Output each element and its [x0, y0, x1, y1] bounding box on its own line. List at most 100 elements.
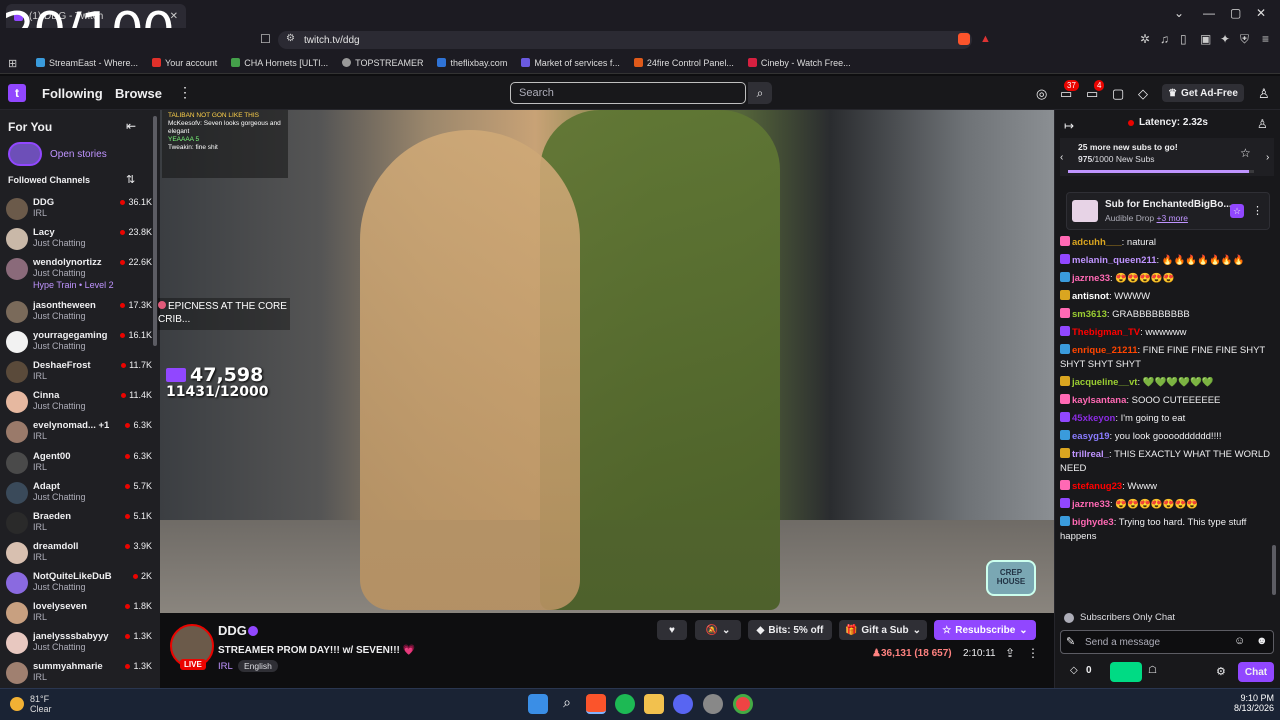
url-field[interactable]: twitch.tv/ddg — [278, 31, 972, 49]
community-icon[interactable]: ♙ — [1257, 117, 1268, 131]
sidebar-channel[interactable]: DDG IRL 36.1K — [6, 197, 152, 227]
rewards-icon[interactable]: ▲ — [980, 33, 992, 45]
sort-icon[interactable]: ⇅ — [126, 173, 135, 186]
apps-grid-icon[interactable]: ⊞ — [8, 57, 17, 70]
bookmark-item[interactable]: 24fire Control Panel... — [633, 58, 734, 68]
chat-scrollbar[interactable] — [1272, 545, 1276, 595]
vpn-icon[interactable]: ⛨ — [1240, 32, 1249, 47]
chat-username[interactable]: bighyde3 — [1072, 517, 1114, 528]
more-options-icon[interactable]: ⋮ — [1252, 204, 1263, 217]
bookmark-item[interactable]: theflixbay.com — [437, 58, 507, 68]
bookmark-item[interactable]: Market of services f... — [521, 58, 620, 68]
extensions-icon[interactable]: ✲ — [1140, 32, 1150, 46]
system-clock[interactable]: 9:10 PM 8/13/2026 — [1234, 693, 1274, 713]
weather-widget[interactable]: 81°F Clear — [10, 694, 52, 714]
emote-picker-icon[interactable]: ☺ — [1234, 635, 1245, 647]
taskbar-search-icon[interactable]: ⌕ — [557, 694, 577, 714]
bookmark-item[interactable]: StreamEast - Where... — [36, 58, 138, 68]
stream-category[interactable]: IRL — [218, 661, 233, 672]
site-info-icon[interactable]: ⚙ — [286, 33, 295, 44]
search-icon[interactable]: ⌕ — [748, 82, 772, 104]
sidebar-scrollbar[interactable] — [153, 116, 157, 346]
chat-username[interactable]: sm3613 — [1072, 309, 1107, 320]
brave-browser-icon[interactable] — [586, 694, 606, 714]
maximize-icon[interactable]: ▢ — [1230, 6, 1241, 20]
sidebar-channel[interactable]: wendolynortizz Just Chatting 22.6K Hype Tra… — [6, 257, 152, 290]
sidebar-channel[interactable]: NotQuiteLikeDuB Just Chatting 2K — [6, 571, 152, 601]
bookmark-item[interactable]: TOPSTREAMER — [342, 58, 423, 68]
file-explorer-icon[interactable] — [644, 694, 664, 714]
sidebar-channel[interactable]: Agent00 IRL 6.3K — [6, 451, 152, 481]
collapse-chat-icon[interactable]: ↦ — [1064, 119, 1074, 133]
bits-button[interactable]: ◆ Bits: 5% off — [748, 620, 832, 640]
sidebar-channel[interactable]: jasontheween Just Chatting 17.3K — [6, 300, 152, 330]
chrome-icon[interactable] — [733, 694, 753, 714]
sidebar-channel[interactable]: Braeden IRL 5.1K — [6, 511, 152, 541]
bookmark-item[interactable]: Cineby - Watch Free... — [747, 58, 851, 68]
chat-settings-icon[interactable]: ⚙ — [1216, 665, 1226, 678]
sidebar-channel[interactable]: Cinna Just Chatting 11.4K — [6, 390, 152, 420]
bookmark-item[interactable]: Your account — [152, 58, 217, 68]
bookmark-item[interactable]: CHA Hornets [ULTI... — [231, 58, 328, 68]
close-window-icon[interactable]: ✕ — [1256, 6, 1266, 20]
more-options-icon[interactable]: ⋮ — [178, 84, 192, 101]
spotify-icon[interactable] — [615, 694, 635, 714]
chat-username[interactable]: melanin_queen211 — [1072, 255, 1156, 266]
channel-points-icon[interactable]: ◇ — [1070, 665, 1078, 676]
chat-username[interactable]: enrique_21211 — [1072, 345, 1138, 356]
chat-username[interactable]: antisnot — [1072, 291, 1109, 302]
tab-list-icon[interactable]: ⌄ — [1174, 6, 1184, 20]
sidebar-icon[interactable]: ▯ — [1180, 32, 1187, 46]
wallet-icon[interactable]: ▣ — [1200, 32, 1211, 46]
chat-username[interactable]: Thebigman_TV — [1072, 327, 1140, 338]
bits-icon[interactable]: ◇ — [1138, 86, 1148, 102]
chevron-right-icon[interactable]: › — [1266, 152, 1269, 163]
chat-username[interactable]: jacqueline__vt — [1072, 377, 1137, 388]
more-options-icon[interactable]: ⋮ — [1027, 646, 1039, 660]
bookmark-icon[interactable]: ☐ — [260, 32, 271, 46]
minimize-icon[interactable]: — — [1203, 6, 1215, 20]
bits-cheer-icon[interactable]: ✎ — [1066, 635, 1075, 648]
chevron-left-icon[interactable]: ‹ — [1060, 152, 1063, 163]
app-icon[interactable] — [703, 694, 723, 714]
search-input[interactable]: Search — [510, 82, 746, 104]
chat-username[interactable]: adcuhh___ — [1072, 237, 1122, 248]
open-stories-button[interactable]: Open stories — [8, 142, 107, 166]
get-ad-free-button[interactable]: ♛ Get Ad-Free — [1162, 84, 1244, 102]
brave-shield-icon[interactable] — [958, 33, 970, 45]
chat-username[interactable]: kaylsantana — [1072, 395, 1126, 406]
chat-username[interactable]: 45xkeyon — [1072, 413, 1115, 424]
chat-username[interactable]: jazrne33 — [1072, 273, 1110, 284]
nav-browse[interactable]: Browse — [115, 86, 162, 101]
sidebar-channel[interactable]: Adapt Just Chatting 5.7K — [6, 481, 152, 511]
follow-heart-button[interactable]: ♥ — [657, 620, 687, 640]
twitch-logo-icon[interactable]: t — [8, 84, 26, 102]
menu-icon[interactable]: ≡ — [1262, 32, 1269, 46]
sidebar-channel[interactable]: evelynomad... +1 IRL 6.3K — [6, 420, 152, 450]
channel-name[interactable]: DDG — [218, 623, 247, 638]
windows-start-icon[interactable] — [528, 694, 548, 714]
bot-icon[interactable]: ☖ — [1148, 665, 1157, 676]
chat-username[interactable]: stefanug23 — [1072, 481, 1122, 492]
gift-sub-button[interactable]: 🎁 Gift a Sub ⌄ — [839, 620, 927, 640]
chat-username[interactable]: easyg19 — [1072, 431, 1110, 442]
star-icon[interactable]: ☆ — [1230, 204, 1244, 218]
collapse-sidebar-icon[interactable]: ⇤ — [126, 119, 136, 133]
smile-icon[interactable]: ☻ — [1256, 635, 1268, 647]
resubscribe-button[interactable]: ☆ Resubscribe ⌄ — [934, 620, 1036, 640]
nav-following[interactable]: Following — [42, 86, 103, 101]
sidebar-channel[interactable]: janelysssbabyyy Just Chatting 1.3K — [6, 631, 152, 661]
sidebar-channel[interactable]: DeshaeFrost IRL 11.7K — [6, 360, 152, 390]
chat-username[interactable]: jazrne33 — [1072, 499, 1110, 510]
chat-send-button[interactable]: Chat — [1238, 662, 1274, 682]
sidebar-channel[interactable]: yourragegaming Just Chatting 16.1K — [6, 330, 152, 360]
share-icon[interactable]: ⇪ — [1005, 646, 1015, 660]
prime-loot-icon[interactable]: ◎ — [1036, 86, 1047, 102]
sidebar-channel[interactable]: Lacy Just Chatting 23.8K — [6, 227, 152, 257]
star-icon[interactable]: ☆ — [1240, 146, 1251, 160]
chat-username[interactable]: trillreal_ — [1072, 449, 1109, 460]
language-tag[interactable]: English — [238, 660, 278, 672]
whispers-icon[interactable]: ▢ — [1112, 86, 1124, 102]
sidebar-channel[interactable]: lovelyseven IRL 1.8K — [6, 601, 152, 631]
sidebar-channel[interactable]: summyahmarie IRL 1.3K — [6, 661, 152, 691]
